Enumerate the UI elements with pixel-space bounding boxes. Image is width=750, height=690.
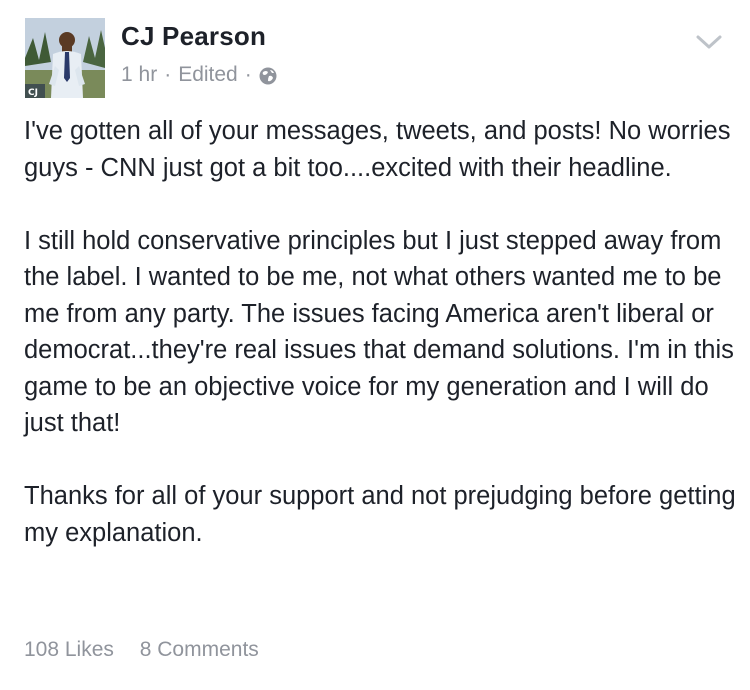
post-text: I've gotten all of your messages, tweets…: [24, 113, 736, 551]
post-meta: 1 hr · Edited ·: [121, 63, 277, 87]
post-paragraph: I still hold conservative principles but…: [24, 226, 734, 438]
meta-separator: ·: [164, 63, 172, 86]
post-paragraph: Thanks for all of your support and not p…: [24, 482, 736, 547]
avatar-overlay-text: CJ: [28, 88, 38, 98]
meta-separator: ·: [244, 63, 252, 86]
profile-photo: CJ: [25, 18, 105, 98]
globe-icon: [259, 67, 277, 85]
post-timestamp[interactable]: 1 hr: [121, 63, 157, 87]
avatar[interactable]: CJ: [25, 18, 105, 98]
post-footer: 108 Likes 8 Comments: [24, 638, 259, 662]
post-paragraph: I've gotten all of your messages, tweets…: [24, 117, 731, 182]
comments-count-link[interactable]: 8 Comments: [140, 638, 259, 661]
chevron-down-icon[interactable]: [695, 33, 723, 51]
post-card: CJ CJ Pearson 1 hr · Edited · I've gotte…: [0, 0, 750, 690]
likes-count-link[interactable]: 108 Likes: [24, 638, 114, 661]
edited-label[interactable]: Edited: [178, 63, 238, 87]
author-name[interactable]: CJ Pearson: [121, 21, 266, 52]
